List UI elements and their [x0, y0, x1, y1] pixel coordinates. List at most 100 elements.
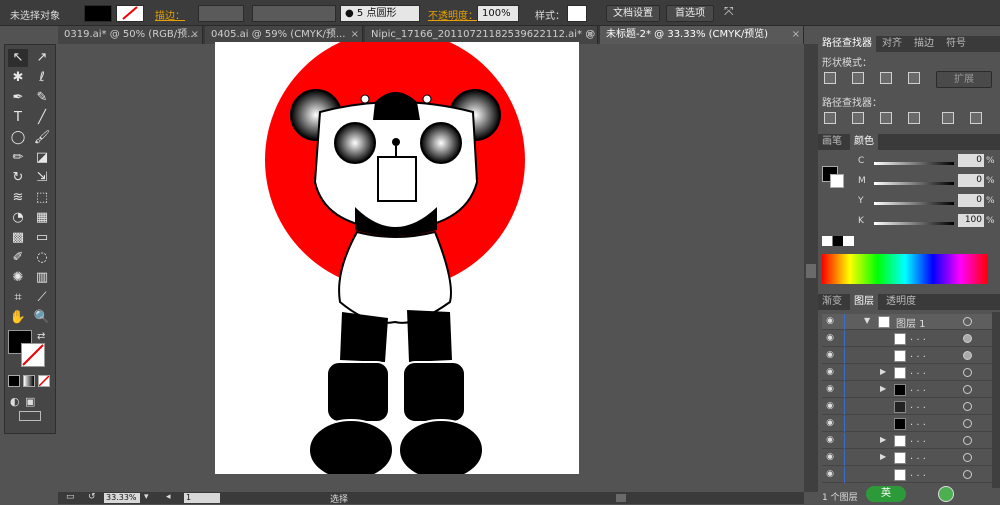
zoom-tool[interactable]: 🔍: [32, 309, 52, 327]
ime-indicator[interactable]: 英: [866, 486, 906, 502]
channel-m-value[interactable]: 0: [958, 174, 984, 187]
pencil-tool[interactable]: ✏: [8, 149, 28, 167]
tab-pathfinder[interactable]: 路径查找器: [818, 36, 876, 52]
artboard-tool[interactable]: ⌗: [8, 289, 28, 307]
prev-artboard-icon[interactable]: ◂: [166, 492, 171, 502]
paintbrush-tool[interactable]: 🖌: [32, 129, 52, 147]
column-graph-tool[interactable]: ▥: [32, 269, 52, 287]
channel-m-slider[interactable]: [874, 182, 954, 185]
selection-tool[interactable]: ↖: [8, 49, 28, 67]
quick-swatches[interactable]: [822, 236, 854, 246]
hscroll-thumb[interactable]: [616, 494, 626, 502]
symbol-sprayer-tool[interactable]: ✺: [8, 269, 28, 287]
scroll-thumb[interactable]: [806, 264, 816, 278]
close-icon[interactable]: ×: [586, 26, 594, 43]
preferences-button[interactable]: 首选项: [666, 5, 714, 22]
minus-front-icon[interactable]: [852, 72, 864, 84]
curvature-tool[interactable]: ✎: [32, 89, 52, 107]
tab-layers[interactable]: 图层: [850, 294, 878, 310]
layer-row[interactable]: ◉ ▶. . .: [822, 382, 992, 398]
mesh-tool[interactable]: ▩: [8, 229, 28, 247]
channel-k-slider[interactable]: [874, 222, 954, 225]
merge-icon[interactable]: [880, 112, 892, 124]
expand-triangle-icon[interactable]: ▶: [880, 367, 886, 376]
outline-icon[interactable]: [942, 112, 954, 124]
eye-icon[interactable]: ◉: [824, 333, 836, 344]
type-tool[interactable]: T: [8, 109, 28, 127]
target-icon[interactable]: [963, 470, 972, 479]
page-field[interactable]: 1: [184, 493, 220, 503]
channel-y-value[interactable]: 0: [958, 194, 984, 207]
eye-icon[interactable]: ◉: [824, 469, 836, 480]
vertical-scrollbar[interactable]: [804, 44, 818, 492]
tab-align[interactable]: 对齐: [878, 36, 906, 52]
close-icon[interactable]: ×: [191, 26, 199, 43]
target-icon[interactable]: [963, 317, 972, 326]
eye-icon[interactable]: ◉: [824, 350, 836, 361]
eraser-tool[interactable]: ◪: [32, 149, 52, 167]
opacity-label[interactable]: 不透明度：: [428, 7, 478, 22]
layer-row[interactable]: ◉. . .: [822, 331, 992, 347]
target-icon[interactable]: [963, 385, 972, 394]
expand-triangle-icon[interactable]: ▶: [880, 435, 886, 444]
minus-back-icon[interactable]: [970, 112, 982, 124]
target-icon[interactable]: [963, 436, 972, 445]
direct-selection-tool[interactable]: ↗: [32, 49, 52, 67]
tab-brushes[interactable]: 画笔: [818, 134, 846, 150]
color-spectrum[interactable]: [822, 254, 988, 284]
layer-row[interactable]: ◉. . .: [822, 399, 992, 415]
scale-tool[interactable]: ⇲: [32, 169, 52, 187]
screen-mode-icon[interactable]: ▣: [25, 395, 35, 408]
lasso-tool[interactable]: ℓ: [32, 69, 52, 87]
fill-swatch[interactable]: [84, 5, 112, 22]
expand-triangle-icon[interactable]: ▼: [864, 316, 870, 325]
swap-colors-icon[interactable]: ⇄: [37, 331, 45, 342]
brush-select[interactable]: ● 5 点圆形: [340, 5, 420, 22]
style-swatch[interactable]: [567, 5, 587, 22]
change-screen-mode-icon[interactable]: [19, 411, 41, 421]
ellipse-tool[interactable]: ◯: [8, 129, 28, 147]
layer-row[interactable]: ◉ ▶. . .: [822, 433, 992, 449]
color-mode-icon[interactable]: [8, 375, 20, 387]
magic-wand-tool[interactable]: ✱: [8, 69, 28, 87]
stroke-weight-field[interactable]: [198, 5, 244, 22]
rotate-view-icon[interactable]: ↺: [88, 492, 96, 502]
draw-mode-icon[interactable]: ◐: [10, 395, 20, 408]
blend-tool[interactable]: ◌: [32, 249, 52, 267]
layer-row-main[interactable]: ◉ ▼ 图层 1: [822, 314, 992, 330]
intersect-icon[interactable]: [880, 72, 892, 84]
layer-row[interactable]: ◉. . .: [822, 416, 992, 432]
line-tool[interactable]: ╱: [32, 109, 52, 127]
color-stroke-swatch[interactable]: [830, 174, 844, 188]
perspective-tool[interactable]: ▦: [32, 209, 52, 227]
target-icon[interactable]: [963, 453, 972, 462]
hand-tool[interactable]: ✋: [8, 309, 28, 327]
slice-tool[interactable]: ⟋: [32, 289, 52, 307]
artboard[interactable]: [215, 30, 579, 481]
expand-triangle-icon[interactable]: ▶: [880, 452, 886, 461]
eye-icon[interactable]: ◉: [824, 316, 836, 327]
tab-doc-4[interactable]: 未标题-2* @ 33.33% (CMYK/预览) ×: [600, 26, 804, 44]
shape-builder-tool[interactable]: ◔: [8, 209, 28, 227]
tab-symbols[interactable]: 符号: [942, 36, 970, 52]
channel-c-value[interactable]: 0: [958, 154, 984, 167]
none-mode-icon[interactable]: [38, 375, 50, 387]
eye-icon[interactable]: ◉: [824, 384, 836, 395]
artboard-nav-icon[interactable]: ▭: [66, 492, 75, 502]
gradient-tool[interactable]: ▭: [32, 229, 52, 247]
target-icon[interactable]: [963, 368, 972, 377]
stroke-color-swatch[interactable]: [21, 343, 45, 367]
target-icon[interactable]: [963, 351, 972, 360]
target-icon[interactable]: [963, 419, 972, 428]
expand-triangle-icon[interactable]: ▶: [880, 384, 886, 393]
gradient-mode-icon[interactable]: [23, 375, 35, 387]
channel-k-value[interactable]: 100: [958, 214, 984, 227]
target-icon[interactable]: [963, 402, 972, 411]
zoom-dropdown-icon[interactable]: ▾: [144, 492, 149, 502]
eye-icon[interactable]: ◉: [824, 452, 836, 463]
tab-gradient[interactable]: 渐变: [818, 294, 846, 310]
expand-button[interactable]: 扩展: [936, 71, 992, 88]
eye-icon[interactable]: ◉: [824, 367, 836, 378]
stroke-swatch[interactable]: [116, 5, 144, 22]
close-icon[interactable]: ×: [351, 26, 359, 43]
